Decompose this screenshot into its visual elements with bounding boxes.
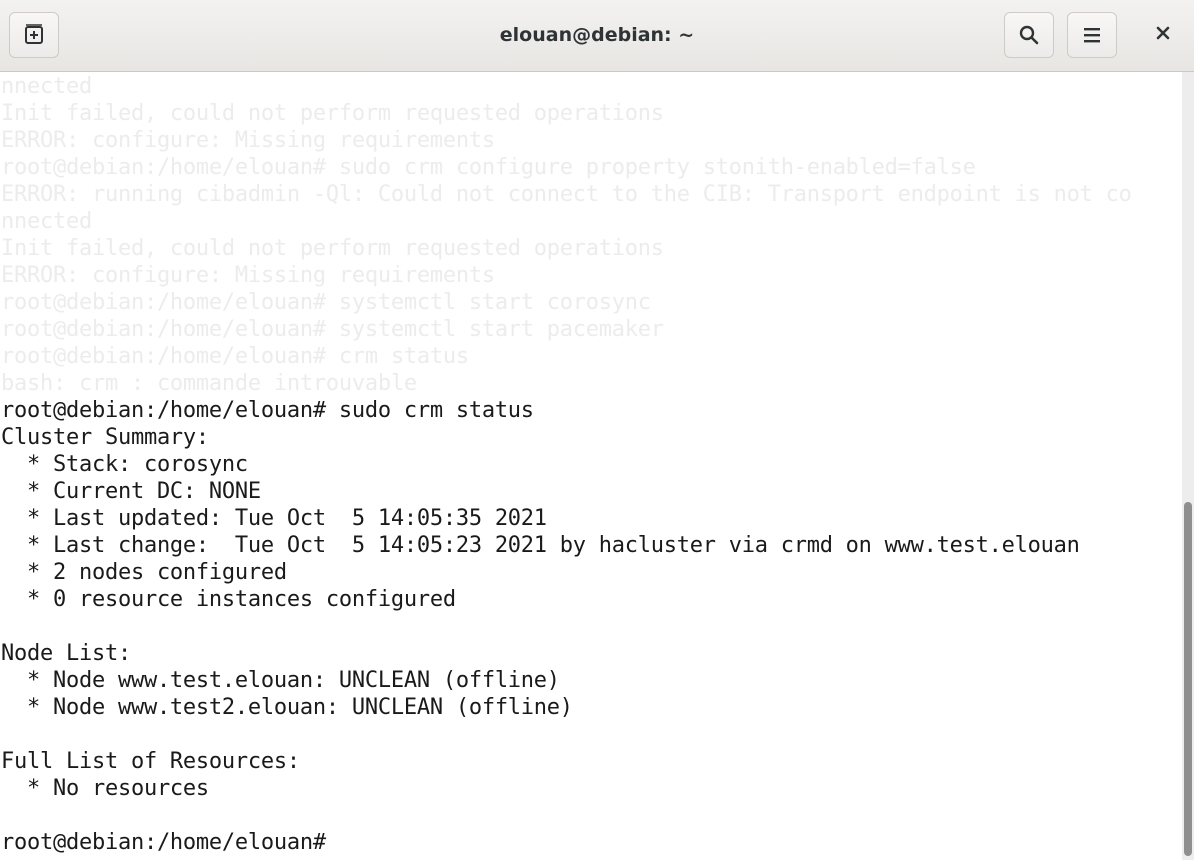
window-title: elouan@debian: ~ <box>499 24 695 46</box>
faded-line: nnected <box>1 74 92 99</box>
search-icon <box>1018 24 1040 46</box>
header-bar: elouan@debian: ~ <box>0 0 1194 72</box>
faded-line: ERROR: running cibadmin -Ql: Could not c… <box>1 182 1132 207</box>
output-line: * Node www.test2.elouan: UNCLEAN (offlin… <box>1 695 573 720</box>
faded-line: Init failed, could not perform requested… <box>1 101 664 126</box>
close-button[interactable] <box>1140 12 1186 58</box>
faded-line: ERROR: configure: Missing requirements <box>1 263 495 288</box>
output-line: Full List of Resources: <box>1 749 300 774</box>
prompt-line: root@debian:/home/elouan# <box>1 830 339 855</box>
output-line: * Current DC: NONE <box>1 479 261 504</box>
faded-line: ERROR: configure: Missing requirements <box>1 128 495 153</box>
faded-line: root@debian:/home/elouan# crm status <box>1 344 469 369</box>
new-tab-button[interactable] <box>9 12 59 58</box>
command-line: root@debian:/home/elouan# sudo crm statu… <box>1 398 534 423</box>
close-icon <box>1155 25 1171 46</box>
hamburger-menu-icon <box>1082 26 1102 44</box>
output-line: Cluster Summary: <box>1 425 209 450</box>
output-line: * Last updated: Tue Oct 5 14:05:35 2021 <box>1 506 547 531</box>
vertical-scrollbar[interactable] <box>1182 72 1194 860</box>
menu-button[interactable] <box>1067 12 1117 58</box>
faded-line: root@debian:/home/elouan# sudo crm confi… <box>1 155 976 180</box>
output-line: * Last change: Tue Oct 5 14:05:23 2021 b… <box>1 533 1080 558</box>
terminal-output[interactable]: nnected Init failed, could not perform r… <box>0 72 1182 860</box>
terminal-window: elouan@debian: ~ nnected Init failed, co… <box>0 0 1194 860</box>
output-line: * 0 resource instances configured <box>1 587 456 612</box>
faded-line: bash: crm : commande introuvable <box>1 371 417 396</box>
search-button[interactable] <box>1004 12 1054 58</box>
faded-line: root@debian:/home/elouan# systemctl star… <box>1 317 664 342</box>
output-line: * Node www.test.elouan: UNCLEAN (offline… <box>1 668 560 693</box>
output-line: Node List: <box>1 641 131 666</box>
faded-line: Init failed, could not perform requested… <box>1 236 664 261</box>
faded-line: root@debian:/home/elouan# systemctl star… <box>1 290 651 315</box>
terminal-lines: nnected Init failed, could not perform r… <box>1 73 1132 856</box>
faded-line: nnected <box>1 209 92 234</box>
output-line: * 2 nodes configured <box>1 560 287 585</box>
new-tab-icon <box>23 24 45 46</box>
output-line: * Stack: corosync <box>1 452 248 477</box>
scrollbar-thumb[interactable] <box>1184 502 1192 856</box>
output-line: * No resources <box>1 776 209 801</box>
